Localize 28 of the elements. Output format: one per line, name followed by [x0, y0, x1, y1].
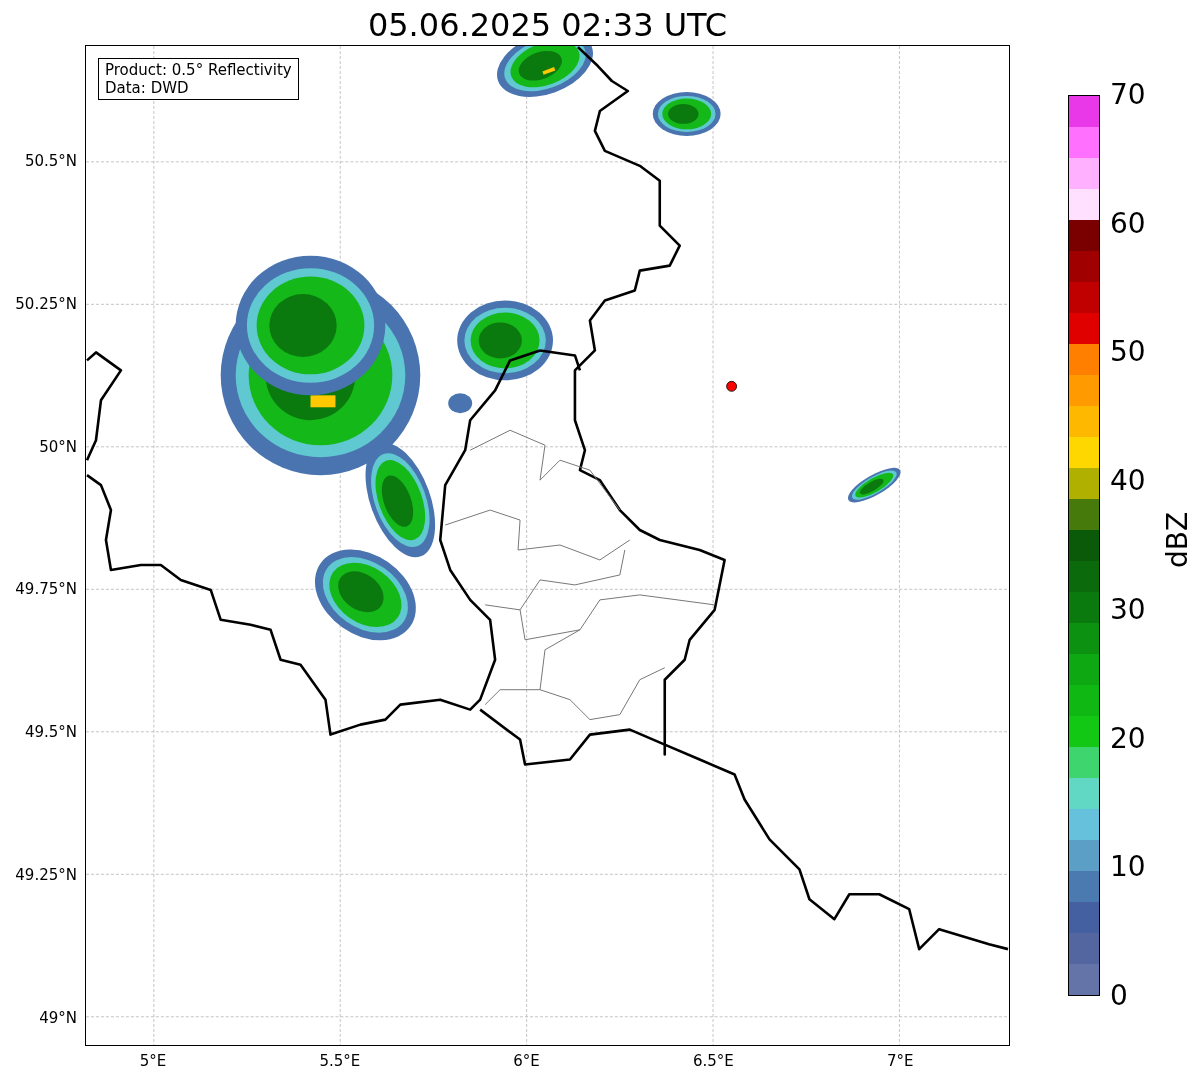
colorbar-tick-label: 20: [1110, 723, 1146, 754]
axis-tick-label: 50.5°N: [23, 152, 77, 170]
axis-tick-label: 50.25°N: [14, 294, 77, 313]
axis-tick-label: 49°N: [38, 1008, 77, 1027]
axis-tick-label: 49.25°N: [14, 866, 77, 884]
location-marker: [726, 380, 737, 392]
colorbar-tick-label: 60: [1110, 208, 1146, 239]
axis-tick-label: 49.5°N: [23, 723, 77, 742]
axis-tick-label: 7°E: [885, 1052, 915, 1070]
legend-text: Data: DWD: [105, 79, 190, 97]
chart-title: 05.06.2025 02:33 UTC: [366, 5, 729, 46]
radar-echo: [448, 393, 473, 414]
colorbar-label: dBZ: [1163, 511, 1194, 569]
axis-tick-label: 50°N: [38, 437, 77, 456]
radar-echo: [847, 467, 901, 503]
colorbar-tick-label: 30: [1110, 594, 1146, 625]
radar-echo: [652, 92, 721, 136]
axis-tick-label: 5°E: [138, 1052, 168, 1070]
legend-text: Product: 0.5° Reflectivity: [105, 61, 292, 79]
axis-tick-label: 6.5°E: [691, 1052, 735, 1070]
colorbar-tick-label: 70: [1110, 80, 1146, 110]
colorbar-tick-label: 10: [1110, 852, 1146, 883]
colorbar-tick-label: 0: [1110, 981, 1128, 1011]
axis-tick-label: 5.5°E: [318, 1052, 362, 1070]
axis-tick-label: 6°E: [512, 1052, 541, 1070]
axis-tick-label: 49.75°N: [14, 580, 77, 599]
colorbar-tick-label: 50: [1110, 337, 1146, 368]
colorbar-tick-label: 40: [1110, 466, 1146, 497]
